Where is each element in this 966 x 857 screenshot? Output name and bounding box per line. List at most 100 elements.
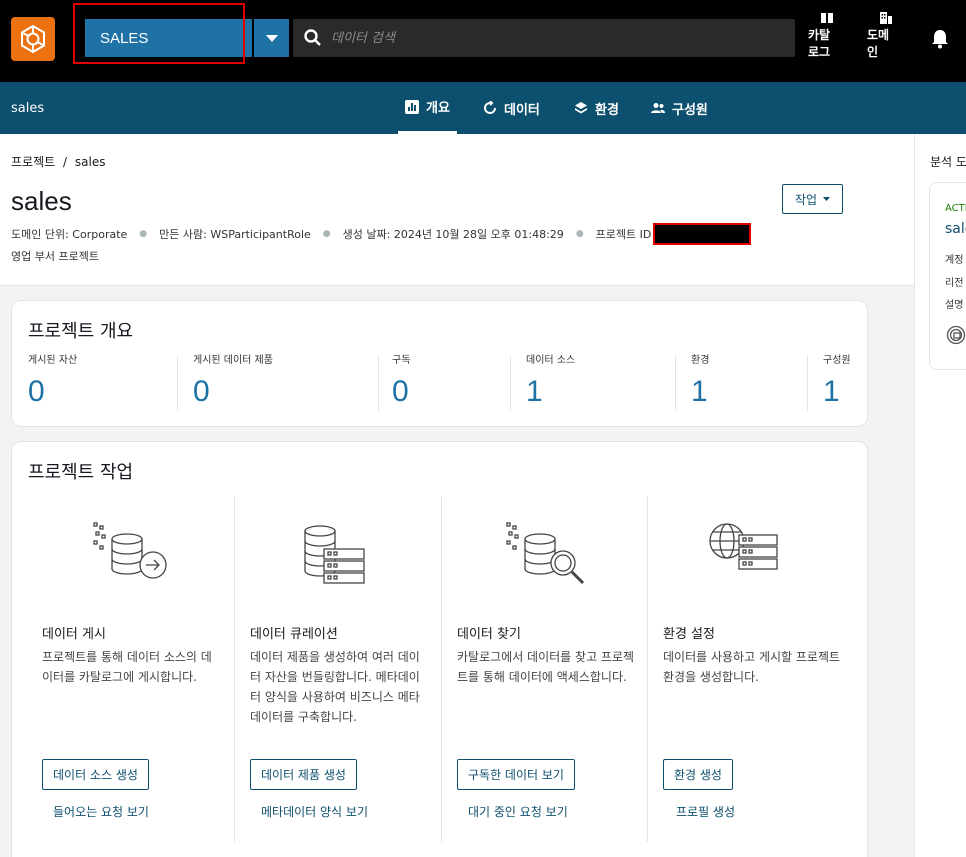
refresh-icon — [484, 101, 496, 114]
view-metadata-forms-link[interactable]: 메타데이터 양식 보기 — [261, 803, 368, 820]
meta-separator: ● — [322, 229, 331, 239]
project-tasks-card: 프로젝트 작업 데이터 게시 프로젝트를 통해 데이터 소스의 데이터를 카탈로… — [11, 441, 868, 857]
redacted-project-id — [653, 223, 752, 245]
stat-label: 게시된 자산 — [28, 355, 78, 366]
create-data-product-button[interactable]: 데이터 제품 생성 — [250, 759, 357, 790]
create-environment-button[interactable]: 환경 생성 — [663, 759, 733, 790]
building-icon — [880, 12, 892, 24]
project-nav-bar: sales 개요 데이터 환경 구성원 — [0, 82, 966, 134]
chart-icon — [405, 99, 419, 114]
database-publish-icon — [93, 522, 167, 579]
stat-value[interactable]: 0 — [193, 375, 273, 409]
divider — [807, 356, 808, 411]
stat-members: 구성원 1 — [823, 351, 851, 409]
tab-label: 데이터 — [504, 102, 540, 118]
stat-label: 구독 — [392, 355, 411, 366]
meta-created-at: 생성 날짜: 2024년 10월 28일 오후 01:48:29 — [342, 228, 564, 241]
tool-name-link[interactable]: sale — [945, 221, 966, 237]
stat-value[interactable]: 1 — [691, 375, 709, 409]
tab-environment[interactable]: 환경 — [574, 82, 619, 134]
stat-label: 데이터 소스 — [526, 355, 576, 366]
breadcrumb: 프로젝트 / sales — [11, 153, 105, 170]
users-icon — [651, 103, 665, 113]
stat-label: 게시된 데이터 제품 — [193, 355, 273, 366]
top-bar: SALES 카탈 로그 도메 인 — [0, 0, 966, 82]
view-subscribed-data-button[interactable]: 구독한 데이터 보기 — [457, 759, 575, 790]
task-description: 프로젝트를 통해 데이터 소스의 데이터를 카탈로그에 게시합니다. — [42, 650, 212, 684]
caret-down-icon — [265, 34, 278, 42]
task-environment-setup: 환경 설정 데이터를 사용하고 게시할 프로젝트 환경을 생성합니다. 환경 생… — [663, 497, 853, 844]
layers-icon — [575, 102, 587, 114]
actions-button[interactable]: 작업 — [782, 184, 843, 214]
database-server-icon — [304, 525, 365, 584]
notifications-button[interactable] — [931, 29, 949, 53]
create-data-source-button[interactable]: 데이터 소스 생성 — [42, 759, 149, 790]
search-input[interactable] — [331, 30, 771, 46]
catalog-link[interactable]: 카탈 로그 — [808, 12, 834, 61]
analytics-tool-card[interactable]: ACTI sale 계정 리전 설명 — [929, 182, 966, 370]
task-title: 데이터 큐레이션 — [250, 627, 338, 642]
tab-members[interactable]: 구성원 — [651, 82, 708, 134]
caret-down-icon — [823, 197, 831, 201]
search-bar[interactable] — [293, 19, 795, 57]
breadcrumb-separator: / — [63, 155, 68, 169]
project-dropdown-button[interactable] — [254, 19, 289, 57]
tasks-title: 프로젝트 작업 — [28, 462, 134, 483]
datazone-logo-icon — [21, 24, 45, 54]
project-header: 프로젝트 / sales sales 도메인 단위: Corporate ● 만… — [0, 134, 914, 286]
description-row: 설명 — [945, 300, 964, 311]
tab-label: 구성원 — [672, 102, 708, 118]
task-description: 데이터 제품을 생성하여 여러 데이터 자산을 번들링합니다. 메타데이터 양식… — [250, 650, 420, 724]
divider — [647, 497, 648, 842]
task-description: 데이터를 사용하고 게시할 프로젝트 환경을 생성합니다. — [663, 650, 841, 684]
status-badge: ACTI — [945, 203, 966, 214]
database-search-icon — [506, 522, 585, 585]
project-meta: 도메인 단위: Corporate ● 만든 사람: WSParticipant… — [11, 223, 752, 245]
domain-label: 도메 인 — [867, 28, 890, 59]
meta-created-by: 만든 사람: WSParticipantRole — [159, 228, 311, 241]
tool-icon — [946, 325, 966, 345]
stat-value[interactable]: 0 — [392, 375, 410, 409]
tab-data[interactable]: 데이터 — [483, 82, 540, 134]
stat-value[interactable]: 1 — [823, 375, 851, 409]
create-profile-link[interactable]: 프로필 생성 — [676, 803, 735, 820]
task-description: 카탈로그에서 데이터를 찾고 프로젝트를 통해 데이터에 액세스합니다. — [457, 650, 635, 684]
task-find-data: 데이터 찾기 카탈로그에서 데이터를 찾고 프로젝트를 통해 데이터에 액세스합… — [457, 497, 647, 844]
stat-label: 환경 — [691, 355, 710, 366]
app-logo[interactable] — [11, 17, 55, 61]
divider — [378, 356, 379, 411]
divider — [441, 497, 442, 842]
catalog-label: 카탈 로그 — [808, 28, 831, 59]
divider — [675, 356, 676, 411]
stat-label: 구성원 — [823, 355, 851, 366]
task-title: 데이터 게시 — [42, 627, 106, 642]
meta-separator: ● — [575, 229, 584, 239]
task-title: 데이터 찾기 — [457, 627, 521, 642]
nav-project-name: sales — [11, 101, 45, 116]
stat-value[interactable]: 1 — [526, 375, 575, 409]
stat-published-data-products: 게시된 데이터 제품 0 — [193, 351, 273, 409]
view-incoming-requests-link[interactable]: 들어오는 요청 보기 — [53, 803, 149, 820]
stat-value[interactable]: 0 — [28, 375, 77, 409]
tab-label: 개요 — [426, 101, 450, 116]
search-icon — [304, 29, 321, 46]
bell-icon — [932, 30, 948, 49]
project-overview-card: 프로젝트 개요 게시된 자산 0 게시된 데이터 제품 0 구독 0 데이터 소… — [11, 300, 868, 427]
divider — [234, 497, 235, 842]
account-row: 계정 — [945, 255, 964, 266]
divider — [510, 356, 511, 411]
analytics-side-panel: 분석 도 ACTI sale 계정 리전 설명 — [914, 134, 966, 857]
highlight-box — [73, 3, 245, 64]
page-title: sales — [11, 186, 72, 216]
meta-separator: ● — [139, 229, 148, 239]
task-title: 환경 설정 — [663, 627, 715, 642]
tab-label: 환경 — [595, 102, 619, 118]
task-publish-data: 데이터 게시 프로젝트를 통해 데이터 소스의 데이터를 카탈로그에 게시합니다… — [42, 497, 232, 844]
breadcrumb-root[interactable]: 프로젝트 — [11, 155, 55, 169]
domain-link[interactable]: 도메 인 — [867, 12, 893, 61]
overview-title: 프로젝트 개요 — [28, 321, 134, 342]
view-pending-requests-link[interactable]: 대기 중인 요청 보기 — [468, 803, 568, 820]
divider — [177, 356, 178, 411]
tab-overview[interactable]: 개요 — [398, 82, 457, 134]
breadcrumb-current: sales — [74, 155, 106, 169]
